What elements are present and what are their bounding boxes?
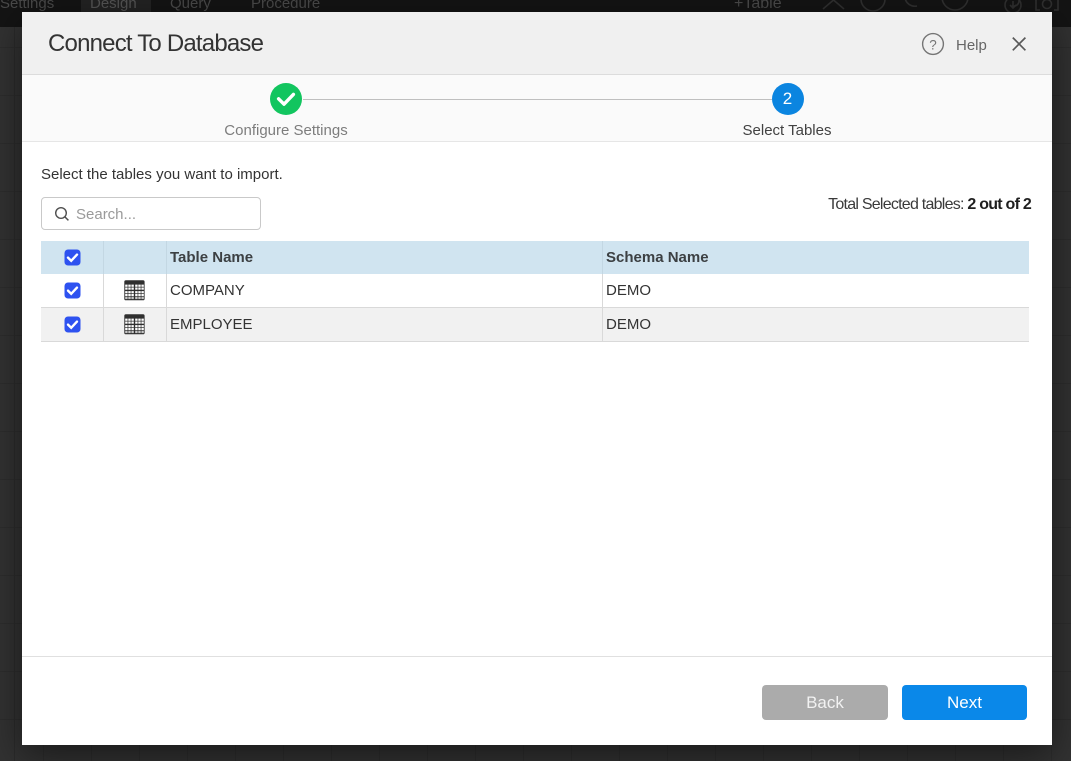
svg-text:Help: Help (956, 37, 987, 54)
svg-text:?: ? (929, 38, 937, 53)
